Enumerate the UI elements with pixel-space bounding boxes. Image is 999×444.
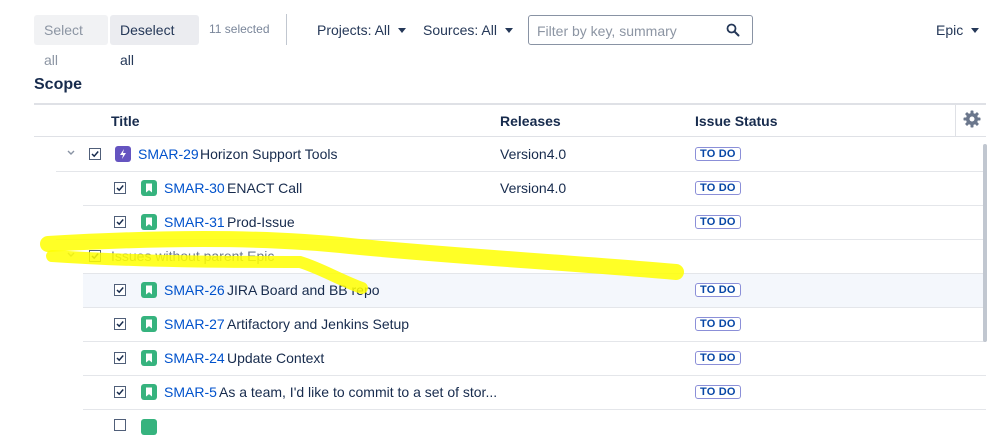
- check-icon: [116, 219, 124, 226]
- row-checkbox[interactable]: [89, 250, 101, 262]
- story-icon: [141, 419, 157, 435]
- sources-filter-label: Sources: All: [423, 22, 497, 38]
- story-icon: [141, 282, 157, 298]
- row-checkbox[interactable]: [114, 318, 126, 330]
- table-row[interactable]: SMAR-31 Prod-Issue TO DO: [0, 206, 986, 240]
- status-badge: TO DO: [695, 317, 741, 331]
- chevron-down-icon[interactable]: [66, 250, 76, 260]
- header-bottom-border: [34, 136, 986, 137]
- issue-release: Version4.0: [500, 146, 567, 162]
- deselect-all-button[interactable]: Deselect all: [110, 15, 199, 68]
- toolbar-divider: [286, 14, 287, 45]
- selected-count: 11 selected: [209, 22, 270, 36]
- row-checkbox[interactable]: [114, 284, 126, 296]
- issue-summary: ENACT Call: [227, 180, 303, 196]
- issue-key-link[interactable]: SMAR-24: [164, 350, 225, 366]
- story-icon: [141, 180, 157, 196]
- check-icon: [116, 185, 124, 192]
- column-settings: [955, 103, 987, 136]
- story-icon: [141, 316, 157, 332]
- scope-heading: Scope: [34, 76, 83, 93]
- check-icon: [116, 389, 124, 396]
- select-all-button[interactable]: Select all: [34, 15, 108, 68]
- issue-key-link[interactable]: SMAR-27: [164, 316, 225, 332]
- row-checkbox[interactable]: [114, 216, 126, 228]
- search-input[interactable]: [535, 22, 719, 40]
- story-icon: [141, 384, 157, 400]
- epic-icon: [115, 146, 131, 162]
- sources-filter-dropdown[interactable]: Sources: All: [423, 22, 513, 38]
- issue-summary: Artifactory and Jenkins Setup: [227, 316, 410, 332]
- projects-filter-dropdown[interactable]: Projects: All: [317, 22, 407, 38]
- check-icon: [116, 321, 124, 328]
- issue-key-link[interactable]: SMAR-29: [138, 146, 199, 162]
- chevron-down-icon[interactable]: [66, 148, 76, 158]
- column-header-releases[interactable]: Releases: [500, 113, 561, 129]
- check-icon: [116, 355, 124, 362]
- issue-summary: As a team, I'd like to commit to a set o…: [219, 384, 498, 400]
- issue-key-link[interactable]: SMAR-31: [164, 214, 225, 230]
- toolbar: Select all Deselect all 11 selected Proj…: [0, 0, 999, 68]
- table-row[interactable]: SMAR-24 Update Context TO DO: [0, 342, 986, 376]
- check-icon: [116, 287, 124, 294]
- table-row[interactable]: Issues without parent Epic: [0, 240, 986, 274]
- status-badge: TO DO: [695, 147, 741, 161]
- chevron-down-icon: [971, 28, 980, 33]
- issue-summary: JIRA Board and BB repo: [227, 282, 380, 298]
- projects-filter-label: Projects: All: [317, 22, 391, 38]
- scrollbar[interactable]: [983, 144, 987, 342]
- gear-icon[interactable]: [963, 110, 981, 128]
- status-badge: TO DO: [695, 385, 741, 399]
- table-row[interactable]: SMAR-26 JIRA Board and BB repo TO DO: [83, 274, 986, 308]
- story-icon: [141, 214, 157, 230]
- issue-key-link[interactable]: SMAR-26: [164, 282, 225, 298]
- status-badge: TO DO: [695, 215, 741, 229]
- row-checkbox[interactable]: [114, 182, 126, 194]
- issue-release: Version4.0: [500, 180, 567, 196]
- issue-summary: Horizon Support Tools: [200, 146, 338, 162]
- row-checkbox[interactable]: [114, 352, 126, 364]
- issue-summary: Update Context: [227, 350, 325, 366]
- group-by-dropdown[interactable]: Epic: [936, 22, 980, 38]
- search-box: [528, 15, 753, 45]
- table-row[interactable]: SMAR-29 Horizon Support Tools Version4.0…: [0, 138, 986, 172]
- issue-key-link[interactable]: SMAR-5: [164, 384, 217, 400]
- chevron-down-icon: [398, 28, 407, 33]
- chevron-down-icon: [504, 28, 513, 33]
- table-row[interactable]: SMAR-5 As a team, I'd like to commit to …: [0, 376, 986, 410]
- group-by-label: Epic: [936, 22, 964, 38]
- status-badge: TO DO: [695, 283, 741, 297]
- group-label: Issues without parent Epic: [111, 248, 275, 264]
- story-icon: [141, 350, 157, 366]
- row-checkbox[interactable]: [89, 148, 101, 160]
- table-top-border: [34, 103, 986, 105]
- check-icon: [91, 151, 99, 158]
- row-checkbox[interactable]: [114, 419, 126, 431]
- search-icon[interactable]: [726, 23, 740, 37]
- column-header-title[interactable]: Title: [111, 113, 140, 129]
- check-icon: [91, 253, 99, 260]
- row-checkbox[interactable]: [114, 386, 126, 398]
- issue-summary: Prod-Issue: [227, 214, 295, 230]
- table-row[interactable]: [0, 410, 986, 444]
- column-header-status[interactable]: Issue Status: [695, 113, 777, 129]
- status-badge: TO DO: [695, 181, 741, 195]
- issue-key-link[interactable]: SMAR-30: [164, 180, 225, 196]
- status-badge: TO DO: [695, 351, 741, 365]
- table-row[interactable]: SMAR-30 ENACT Call Version4.0 TO DO: [0, 172, 986, 206]
- table-row[interactable]: SMAR-27 Artifactory and Jenkins Setup TO…: [0, 308, 986, 342]
